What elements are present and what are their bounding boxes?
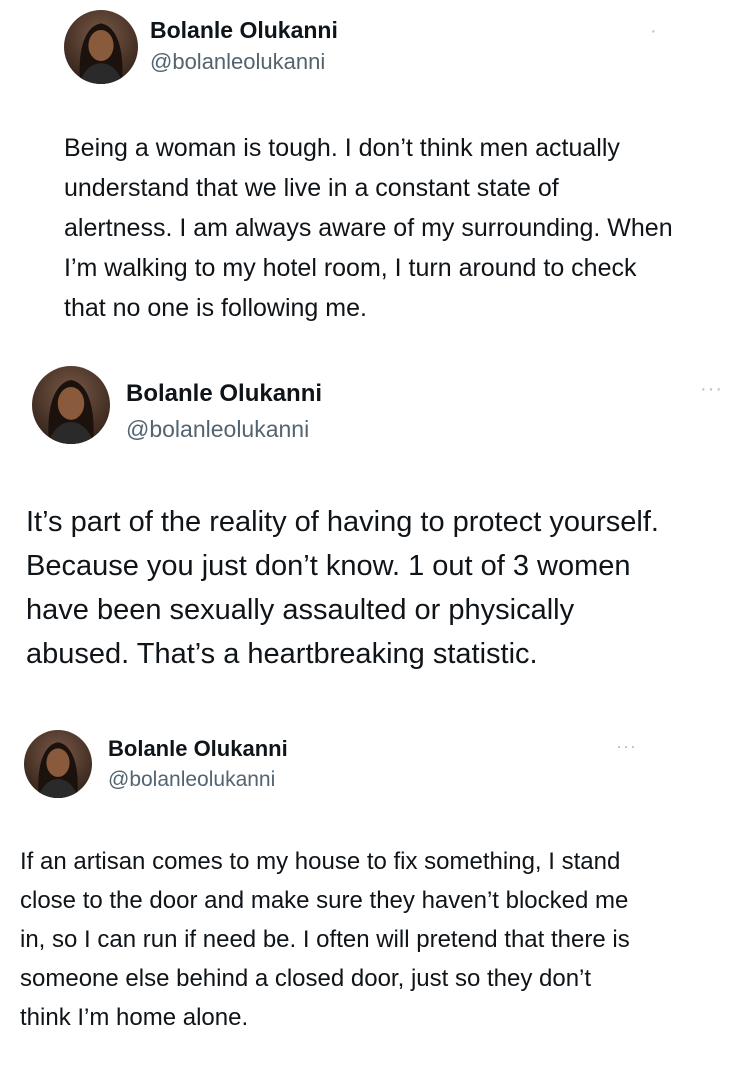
tweet-2[interactable]: Bolanle Olukanni @bolanleolukanni ··· It…	[0, 360, 742, 730]
tweet-1[interactable]: Bolanle Olukanni @bolanleolukanni · Bein…	[0, 0, 742, 360]
avatar[interactable]	[24, 730, 92, 798]
tweet-text: Being a woman is tough. I don’t think me…	[64, 134, 673, 322]
more-options-icon[interactable]: ···	[616, 736, 637, 757]
more-options-icon[interactable]: ···	[700, 378, 723, 401]
tweet-3[interactable]: Bolanle Olukanni @bolanleolukanni ··· If…	[0, 730, 742, 1080]
avatar[interactable]	[32, 366, 110, 444]
profile-photo-icon	[37, 742, 79, 798]
more-options-icon[interactable]: ·	[650, 20, 658, 43]
author-name[interactable]: Bolanle Olukanni	[150, 17, 338, 44]
author-handle[interactable]: @bolanleolukanni	[126, 416, 309, 443]
author-handle[interactable]: @bolanleolukanni	[108, 768, 275, 792]
author-handle[interactable]: @bolanleolukanni	[150, 49, 325, 75]
tweet-text: It’s part of the reality of having to pr…	[26, 506, 659, 670]
author-name[interactable]: Bolanle Olukanni	[126, 380, 322, 408]
profile-photo-icon	[78, 23, 124, 84]
profile-photo-icon	[47, 380, 95, 444]
avatar[interactable]	[64, 10, 138, 84]
tweet-text: If an artisan comes to my house to fix s…	[20, 848, 630, 1031]
author-name[interactable]: Bolanle Olukanni	[108, 736, 288, 762]
